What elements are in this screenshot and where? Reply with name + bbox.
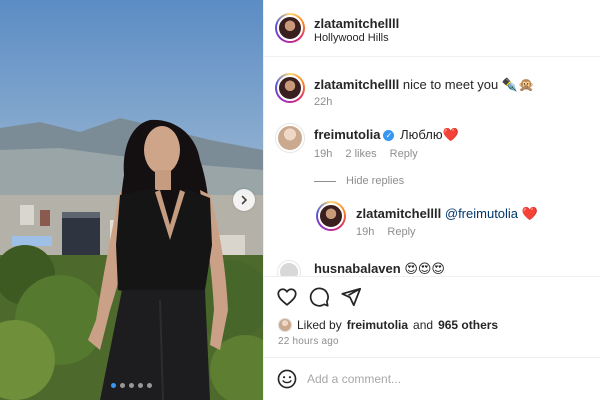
likes-summary: Liked by freimutolia and 965 others [278,318,498,332]
carousel-dot [138,383,143,388]
carousel-dot [111,383,116,388]
share-icon[interactable] [340,286,362,308]
verified-badge-icon: ✓ [383,130,395,141]
hide-replies-button[interactable]: Hide replies [314,175,404,187]
replier-username[interactable]: zlatamitchellll [356,206,441,221]
comment-emoji: 😍😍😍 [404,261,445,276]
comment-text: Люблю [400,127,443,142]
commenter-avatar[interactable] [275,73,305,103]
comment-icon[interactable] [308,286,330,308]
next-photo-button[interactable] [233,189,255,211]
comment-body: zlatamitchellll nice to meet you ✒️🙊 [314,77,534,93]
divider-line [314,180,336,182]
add-comment-input[interactable] [307,372,577,386]
carousel-dots [0,383,263,388]
commenter-avatar[interactable] [277,260,301,276]
comment-composer [264,357,600,400]
action-bar [264,276,600,318]
reply-button[interactable]: Reply [390,148,418,160]
liker-avatar [278,318,292,332]
commenter-username[interactable]: husnabalaven [314,261,401,276]
commenter-username[interactable]: zlatamitchellll [314,77,399,92]
post-location[interactable]: Hollywood Hills [314,32,389,44]
comment-emoji: ❤️ [442,127,459,142]
reply-body: zlatamitchellll @freimutolia ❤️ [356,206,538,222]
author-username[interactable]: zlatamitchellll [314,16,399,31]
liked-by-user[interactable]: freimutolia [347,318,408,332]
carousel-dot [120,383,125,388]
reply-meta: 19h Reply [356,226,416,238]
liked-by-others[interactable]: 965 others [438,318,498,332]
post-header: zlatamitchellll Hollywood Hills [264,0,600,57]
comment-time: 19h [314,148,333,160]
heart-icon[interactable] [276,286,298,308]
emoji-icon[interactable] [276,368,298,390]
post-photo[interactable] [0,0,263,400]
carousel-dot [129,383,134,388]
carousel-dot [147,383,152,388]
author-avatar[interactable] [275,13,305,43]
comment-body: freimutolia ✓ Люблю❤️ [314,127,459,143]
liked-by-and: and [413,318,434,332]
comment-body: husnabalaven 😍😍😍 [314,261,445,276]
comment-text: nice to meet you [402,77,499,92]
comment-time: 22h [314,96,333,108]
reply-button[interactable]: Reply [387,226,415,238]
comment-emoji: ✒️🙊 [501,77,535,92]
comments-panel: zlatamitchellll Hollywood Hills zlatamit… [263,0,600,400]
reply-emoji: ❤️ [521,206,538,221]
comment-meta: 19h 2 likes Reply [314,148,418,160]
reply-time: 19h [356,226,375,238]
comment-likes-link[interactable]: 2 likes [345,148,376,160]
comment-item: husnabalaven 😍😍😍 [264,255,600,276]
photo-image [0,0,263,400]
posted-time[interactable]: 22 hours ago [278,336,339,347]
hide-replies-label: Hide replies [346,175,405,187]
commenter-avatar[interactable] [275,123,305,153]
chevron-right-icon [241,195,248,205]
mention-link[interactable]: @freimutolia [445,206,518,221]
liked-by-prefix: Liked by [297,318,342,332]
commenter-username[interactable]: freimutolia [314,127,380,142]
post-viewer: zlatamitchellll Hollywood Hills zlatamit… [0,0,600,400]
replier-avatar[interactable] [316,201,346,231]
